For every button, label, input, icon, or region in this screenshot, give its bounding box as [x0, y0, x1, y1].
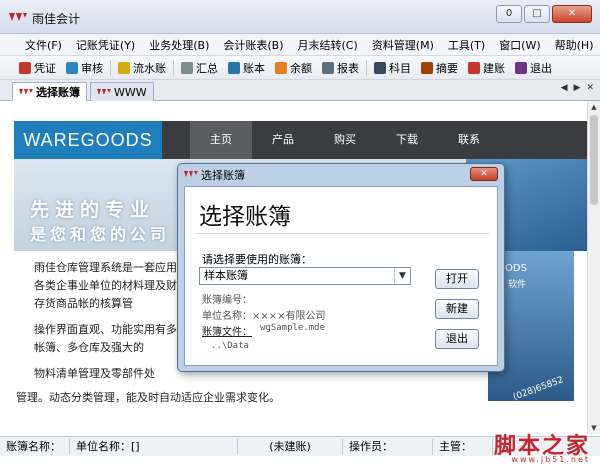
- status-operator: 操作员：: [343, 438, 433, 455]
- app-logo-icon: [19, 89, 33, 95]
- ledger-file-label[interactable]: 账簿文件：: [202, 323, 252, 338]
- account-button[interactable]: 科目: [369, 58, 416, 78]
- journal-icon: [118, 61, 130, 74]
- menu-month-end[interactable]: 月末结转(C): [291, 37, 365, 53]
- site-nav-home[interactable]: 主页: [190, 121, 252, 159]
- status-supervisor: 主管：: [433, 438, 493, 455]
- dialog-exit-button[interactable]: 退出: [435, 329, 479, 349]
- scroll-thumb[interactable]: [590, 115, 598, 205]
- maximize-button[interactable]: □: [524, 5, 550, 23]
- watermark-url: www.jb51.net: [511, 455, 590, 464]
- tab-next-icon[interactable]: ▶: [574, 83, 581, 93]
- exit-icon: [515, 61, 527, 74]
- chevron-down-icon[interactable]: ▼: [394, 268, 410, 284]
- menu-voucher[interactable]: 记账凭证(Y): [69, 37, 142, 53]
- ledger-select-label: 请选择要使用的账簿：: [202, 253, 312, 266]
- menu-ledger-reports[interactable]: 会计账表(B): [216, 37, 290, 53]
- article-paragraph: 物料清单管理及零部件处: [34, 367, 155, 380]
- balance-button[interactable]: 余额: [270, 58, 317, 78]
- vertical-scrollbar[interactable]: ▲ ▼: [587, 101, 600, 434]
- dialog-close-button[interactable]: ✕: [470, 167, 498, 181]
- ledger-company: 单位名称：××××有限公司: [202, 311, 326, 322]
- memo-button[interactable]: 摘要: [416, 58, 463, 78]
- dialog-titlebar: 选择账簿 ✕: [178, 164, 504, 184]
- ledger-button[interactable]: 账本: [223, 58, 270, 78]
- ledger-file-value: wgSample.mde: [260, 323, 326, 333]
- memo-icon: [421, 61, 433, 74]
- promo-text-sub: 软件: [508, 280, 527, 290]
- toolbar: 凭证 审核 流水账 汇总 账本 余额 报表 科目 摘要 建账 退出: [0, 56, 600, 80]
- app-logo-icon: [184, 171, 198, 177]
- dialog-body: 选择账簿 请选择要使用的账簿： 样本账簿 ▼ 账簿编号： 单位名称：××××有限…: [184, 186, 498, 366]
- menu-window[interactable]: 窗口(W): [492, 37, 547, 53]
- article-paragraph: 雨佳仓库管理系统是一套应用于各类企事业单位的材料理及财务存货商品帐的核算管: [34, 261, 188, 310]
- app-logo-icon: [9, 13, 27, 21]
- summary-icon: [181, 61, 193, 74]
- toolbar-separator: [366, 59, 367, 76]
- menu-tools[interactable]: 工具(T): [441, 37, 492, 53]
- status-unit-name: 单位名称：[]: [70, 438, 238, 455]
- tab-prev-icon[interactable]: ◀: [561, 83, 568, 93]
- scroll-up-icon[interactable]: ▲: [588, 101, 600, 113]
- report-button[interactable]: 报表: [317, 58, 364, 78]
- ledger-icon: [228, 61, 240, 74]
- balance-icon: [275, 61, 287, 74]
- ledger-path: ..\Data: [211, 341, 249, 351]
- tab-select-ledger[interactable]: 选择账簿: [12, 82, 87, 101]
- exit-button[interactable]: 退出: [510, 58, 557, 78]
- site-nav-download[interactable]: 下载: [376, 121, 438, 159]
- audit-button[interactable]: 审核: [61, 58, 108, 78]
- tab-strip: 选择账簿 WWW ◀ ▶ ✕: [0, 80, 600, 101]
- window-titlebar: 雨佳会计 0 □ ✕: [0, 0, 600, 34]
- site-logo[interactable]: WAREGOODS: [14, 121, 162, 159]
- summary-button[interactable]: 汇总: [176, 58, 223, 78]
- journal-button[interactable]: 流水账: [113, 58, 171, 78]
- create-ledger-button[interactable]: 建账: [463, 58, 510, 78]
- dialog-heading: 选择账簿: [199, 204, 291, 230]
- create-ledger-icon: [468, 61, 480, 74]
- new-button[interactable]: 新建: [435, 299, 479, 319]
- status-ledger-name: 账簿名称：: [0, 438, 70, 455]
- app-title: 雨佳会计: [32, 12, 81, 26]
- site-article: 雨佳仓库管理系统是一套应用于各类企事业单位的材料理及财务存货商品帐的核算管 操作…: [34, 259, 188, 391]
- site-header: WAREGOODS 主页 产品 购买 下载 联系: [14, 121, 587, 159]
- menu-help[interactable]: 帮助(H): [548, 37, 600, 53]
- status-created: (未建账): [238, 438, 343, 455]
- close-button[interactable]: ✕: [552, 5, 592, 23]
- minimize-button[interactable]: 0: [496, 5, 522, 23]
- app-logo-icon: [97, 89, 111, 95]
- report-icon: [322, 61, 334, 74]
- site-nav-products[interactable]: 产品: [252, 121, 314, 159]
- tab-www[interactable]: WWW: [90, 82, 154, 101]
- tab-close-icon[interactable]: ✕: [586, 83, 594, 93]
- site-nav: 主页 产品 购买 下载 联系: [190, 121, 500, 159]
- toolbar-separator: [110, 59, 111, 76]
- divider: [195, 233, 489, 234]
- open-button[interactable]: 打开: [435, 269, 479, 289]
- ledger-select[interactable]: 样本账簿 ▼: [199, 267, 411, 285]
- menu-file[interactable]: 文件(F): [18, 37, 69, 53]
- ledger-id-label: 账簿编号：: [202, 295, 252, 306]
- account-icon: [374, 61, 386, 74]
- menu-data-management[interactable]: 资料管理(M): [365, 37, 441, 53]
- banner-slogan: 先进的专业: [30, 199, 156, 221]
- article-paragraph: 操作界面直观、功能实用有多套帐簿、多仓库及强大的: [34, 323, 188, 354]
- banner-slogan-sub: 是您和您的公司: [30, 225, 171, 244]
- site-nav-contact[interactable]: 联系: [438, 121, 500, 159]
- menu-business[interactable]: 业务处理(B): [142, 37, 216, 53]
- menu-bar: 文件(F) 记账凭证(Y) 业务处理(B) 会计账表(B) 月末结转(C) 资料…: [0, 34, 600, 56]
- voucher-button[interactable]: 凭证: [14, 58, 61, 78]
- select-ledger-dialog: 选择账簿 ✕ 选择账簿 请选择要使用的账簿： 样本账簿 ▼ 账簿编号： 单位名称…: [177, 163, 505, 372]
- audit-icon: [66, 61, 78, 74]
- promo-text: ODS: [505, 263, 527, 274]
- dialog-title: 选择账簿: [201, 169, 245, 182]
- toolbar-separator: [173, 59, 174, 76]
- voucher-icon: [19, 61, 31, 74]
- article-paragraph: 管理。动态分类管理，能及时自动适应企业需求变化。: [16, 391, 280, 404]
- site-nav-buy[interactable]: 购买: [314, 121, 376, 159]
